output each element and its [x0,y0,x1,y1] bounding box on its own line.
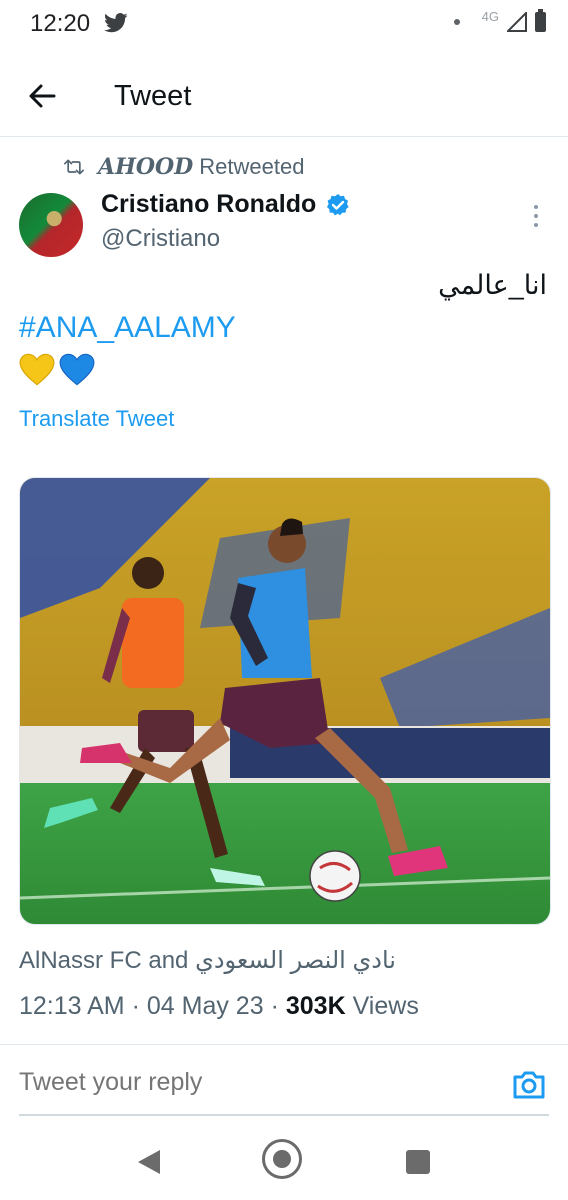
blue-heart-icon [59,353,95,386]
top-app-bar: Tweet [0,58,568,137]
retweet-label: Retweeted [199,154,305,179]
avatar[interactable] [19,193,83,257]
tweet-photo[interactable] [19,477,551,925]
emoji-row [19,352,95,388]
more-dot-icon [534,205,538,209]
signal-icon [507,12,527,32]
reply-input[interactable] [19,1068,479,1097]
tweet-text: انا_عالمي [438,270,547,300]
arrow-left-icon [29,84,56,108]
notification-dot-icon [453,19,460,25]
reply-underline [19,1114,549,1116]
author-handle[interactable]: @Cristiano [101,225,220,253]
battery-icon [535,9,546,32]
retweet-indicator[interactable]: AHOOD Retweeted [64,154,304,180]
retweet-icon [64,159,84,175]
nav-back-triangle-icon[interactable] [136,1148,162,1176]
author-name: Cristiano Ronaldo [101,190,317,218]
views-count: 303K [285,992,346,1020]
back-button[interactable] [22,76,66,116]
twitter-bird-icon [104,13,128,33]
hashtag-link[interactable]: #ANA_AALAMY [19,311,236,345]
tweet-date: 04 May 23 [146,992,264,1020]
retweeter-name: AHOOD [98,154,194,180]
separator-dot: · [270,992,286,1020]
tagged-users[interactable]: AlNassr FC and نادي النصر السعودي [19,946,396,975]
network-type: 4G [481,8,499,24]
more-options-button[interactable] [526,205,546,233]
separator-dot: · [131,992,147,1020]
status-time: 12:20 [30,10,91,37]
author-name-row[interactable]: Cristiano Ronaldo [101,190,350,219]
nav-home-button[interactable] [262,1139,302,1179]
status-bar: 12:20 4G [0,0,568,50]
views-label: Views [352,992,419,1020]
nav-recents-button[interactable] [406,1150,430,1174]
more-dot-icon [534,223,538,227]
page-title: Tweet [114,80,192,112]
verified-badge-icon [327,193,349,215]
translate-tweet-link[interactable]: Translate Tweet [19,406,174,432]
status-icons: 4G [453,8,546,32]
tweet-time: 12:13 AM [19,992,125,1020]
camera-icon[interactable] [512,1070,546,1100]
tweet-meta: 12:13 AM · 04 May 23 · 303K Views [19,992,419,1021]
photo-image [20,478,550,924]
yellow-heart-icon [19,353,55,386]
more-dot-icon [534,214,538,218]
